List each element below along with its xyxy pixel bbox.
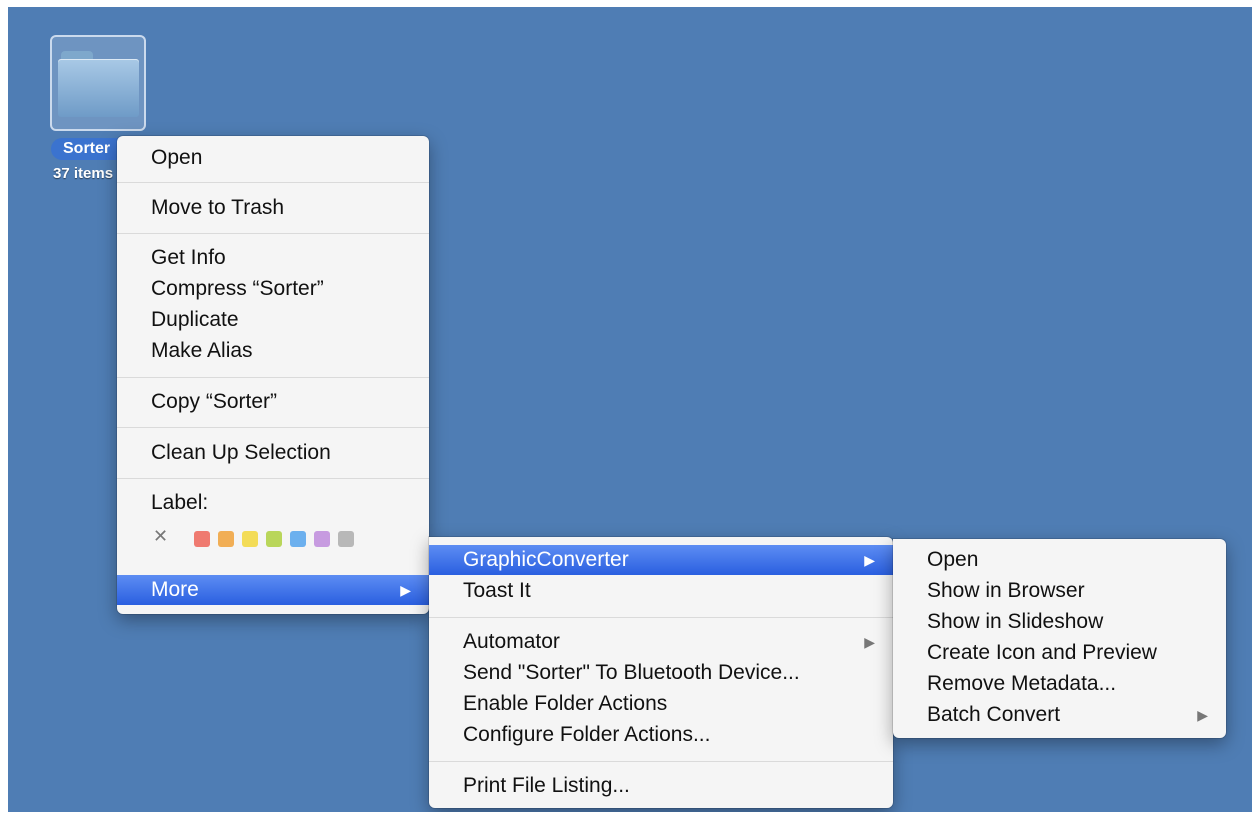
menu-item-duplicate[interactable]: Duplicate	[117, 305, 429, 335]
submenu-arrow-icon: ▶	[1197, 707, 1208, 723]
folder-body-shape	[58, 59, 139, 117]
submenu-item-automator[interactable]: Automator ▶	[429, 627, 893, 657]
label-swatch-green[interactable]	[266, 531, 282, 547]
label-swatch-blue[interactable]	[290, 531, 306, 547]
submenu-item-toast-it[interactable]: Toast It	[429, 576, 893, 606]
automator-label: Automator	[463, 630, 560, 653]
menu-item-get-info[interactable]: Get Info	[117, 243, 429, 273]
menu-separator	[117, 377, 429, 378]
menu-item-more[interactable]: More ▶	[117, 575, 429, 605]
submenu-item-print-file-listing[interactable]: Print File Listing...	[429, 771, 893, 801]
label-swatch-yellow[interactable]	[242, 531, 258, 547]
menu-item-make-alias[interactable]: Make Alias	[117, 336, 429, 366]
menu-label-heading: Label:	[151, 491, 209, 514]
menu-item-copy[interactable]: Copy “Sorter”	[117, 387, 429, 417]
label-swatch-gray[interactable]	[338, 531, 354, 547]
submenu-arrow-icon: ▶	[864, 552, 875, 568]
menu-item-compress[interactable]: Compress “Sorter”	[117, 274, 429, 304]
gc-item-batch-convert[interactable]: Batch Convert ▶	[893, 700, 1226, 730]
no-label-icon[interactable]: ✕	[153, 526, 168, 547]
submenu-item-enable-folder-actions[interactable]: Enable Folder Actions	[429, 689, 893, 719]
menu-separator	[429, 617, 893, 618]
folder-item-count: 37 items	[53, 165, 114, 182]
menu-separator	[117, 427, 429, 428]
more-submenu: GraphicConverter ▶ Toast It Automator ▶ …	[429, 537, 893, 808]
label-swatch-red[interactable]	[194, 531, 210, 547]
label-swatch-orange[interactable]	[218, 531, 234, 547]
context-menu: Open Move to Trash Get Info Compress “So…	[117, 136, 429, 614]
folder-icon[interactable]	[50, 35, 146, 131]
submenu-arrow-icon: ▶	[400, 582, 411, 598]
menu-item-more-label: More	[151, 578, 199, 601]
gc-item-show-in-browser[interactable]: Show in Browser	[893, 576, 1226, 606]
menu-separator	[117, 182, 429, 183]
label-swatch-purple[interactable]	[314, 531, 330, 547]
menu-separator	[117, 233, 429, 234]
menu-item-move-to-trash[interactable]: Move to Trash	[117, 193, 429, 223]
desktop: Sorter 37 items Open Move to Trash Get I…	[8, 7, 1252, 812]
gc-item-create-icon-and-preview[interactable]: Create Icon and Preview	[893, 638, 1226, 668]
menu-separator	[117, 478, 429, 479]
submenu-item-graphicconverter[interactable]: GraphicConverter ▶	[429, 545, 893, 575]
submenu-item-send-bluetooth[interactable]: Send "Sorter" To Bluetooth Device...	[429, 658, 893, 688]
gc-item-show-in-slideshow[interactable]: Show in Slideshow	[893, 607, 1226, 637]
submenu-item-configure-folder-actions[interactable]: Configure Folder Actions...	[429, 720, 893, 750]
submenu-arrow-icon: ▶	[864, 634, 875, 650]
menu-item-open[interactable]: Open	[117, 143, 429, 173]
graphicconverter-submenu: Open Show in Browser Show in Slideshow C…	[893, 539, 1226, 738]
menu-separator	[429, 761, 893, 762]
gc-item-open[interactable]: Open	[893, 545, 1226, 575]
gc-item-remove-metadata[interactable]: Remove Metadata...	[893, 669, 1226, 699]
graphicconverter-label: GraphicConverter	[463, 548, 629, 571]
batch-convert-label: Batch Convert	[927, 703, 1061, 726]
menu-item-clean-up-selection[interactable]: Clean Up Selection	[117, 438, 429, 468]
